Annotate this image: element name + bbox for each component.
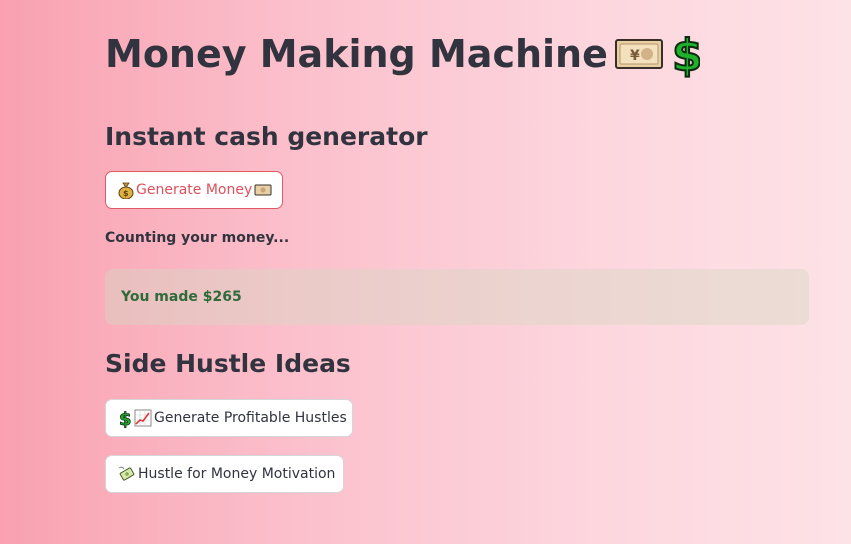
money-bag-icon: $	[118, 181, 134, 199]
page-title: Money Making Machine ¥ $	[105, 30, 700, 78]
svg-text:$: $	[123, 189, 129, 198]
generate-hustles-label: Generate Profitable Hustles	[154, 410, 347, 426]
generate-hustles-button[interactable]: $ Generate Profitable Hustles	[105, 399, 353, 437]
success-alert: You made $265	[105, 269, 809, 325]
hustle-section-heading: Side Hustle Ideas	[105, 349, 351, 378]
hustle-motivation-button[interactable]: Hustle for Money Motivation	[105, 455, 344, 493]
generate-money-button[interactable]: $ Generate Money	[105, 171, 283, 209]
chart-increasing-icon	[134, 409, 152, 427]
generate-money-label: Generate Money	[136, 182, 253, 198]
money-with-wings-icon	[118, 465, 136, 483]
banknote-icon	[254, 183, 272, 197]
svg-text:$: $	[119, 409, 132, 428]
cash-section-heading: Instant cash generator	[105, 122, 428, 151]
banknote-yen-icon: ¥	[614, 34, 664, 74]
status-text: Counting your money...	[105, 230, 290, 246]
page-title-text: Money Making Machine	[105, 32, 608, 76]
svg-text:¥: ¥	[630, 48, 640, 64]
success-message: You made $265	[121, 289, 242, 305]
hustle-motivation-label: Hustle for Money Motivation	[138, 466, 336, 482]
dollar-sign-icon: $	[118, 408, 132, 428]
svg-text:$: $	[672, 30, 700, 78]
dollar-sign-icon: $	[670, 30, 700, 78]
